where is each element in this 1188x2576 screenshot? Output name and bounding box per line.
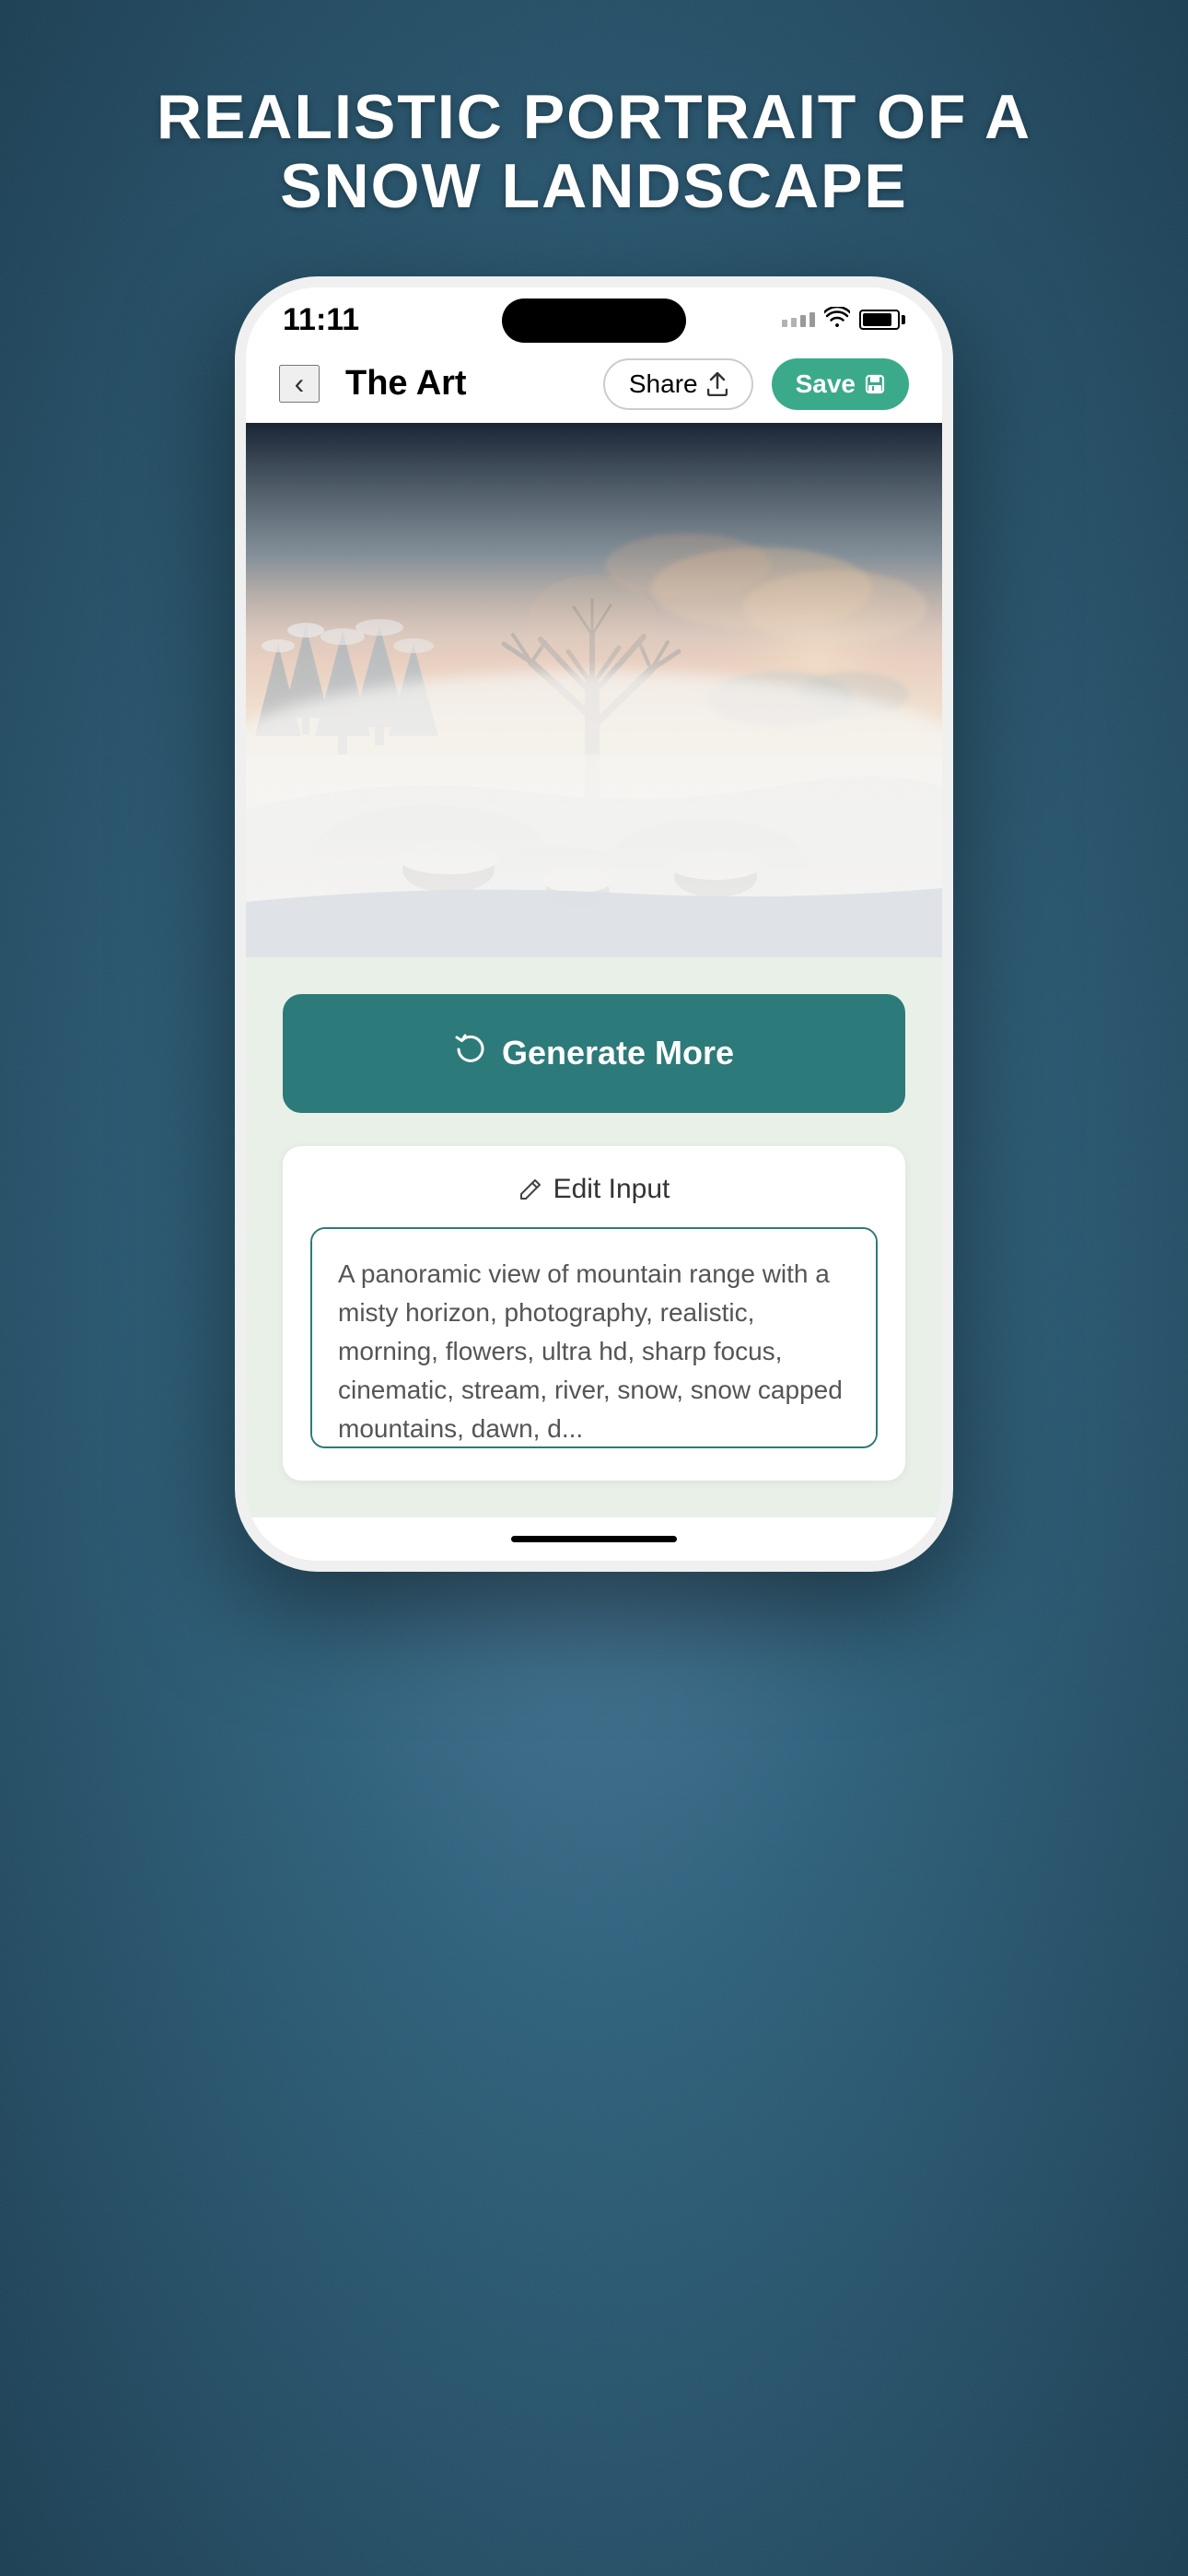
home-indicator [246,1517,942,1561]
edit-input-card: Edit Input [283,1146,905,1481]
share-label: Share [629,369,698,399]
art-image [246,423,942,957]
share-icon [707,372,728,396]
prompt-input[interactable] [310,1227,878,1448]
signal-icon [782,312,815,327]
wifi-icon [824,307,850,333]
save-label: Save [796,369,856,399]
dynamic-island [502,299,686,343]
save-icon [865,374,885,394]
share-button[interactable]: Share [603,358,753,410]
phone-mockup: 11:11 [235,276,953,1572]
nav-title: The Art [345,364,585,404]
content-area: Generate More Edit Input [246,957,942,1517]
page-title: REALISTIC PORTRAIT OF A SNOW LANDSCAPE [0,83,1188,221]
save-button[interactable]: Save [772,358,909,410]
edit-input-header: Edit Input [310,1174,878,1205]
status-time: 11:11 [283,302,359,338]
edit-input-label: Edit Input [553,1174,670,1205]
generate-more-button[interactable]: Generate More [283,994,905,1113]
back-button[interactable]: ‹ [279,365,320,403]
battery-icon [859,310,905,330]
nav-bar: ‹ The Art Share Save [246,345,942,423]
generate-icon [454,1033,487,1074]
status-bar: 11:11 [246,287,942,345]
home-bar [511,1536,677,1542]
generate-more-label: Generate More [502,1034,734,1072]
edit-icon [518,1177,542,1201]
status-icons [782,307,905,333]
